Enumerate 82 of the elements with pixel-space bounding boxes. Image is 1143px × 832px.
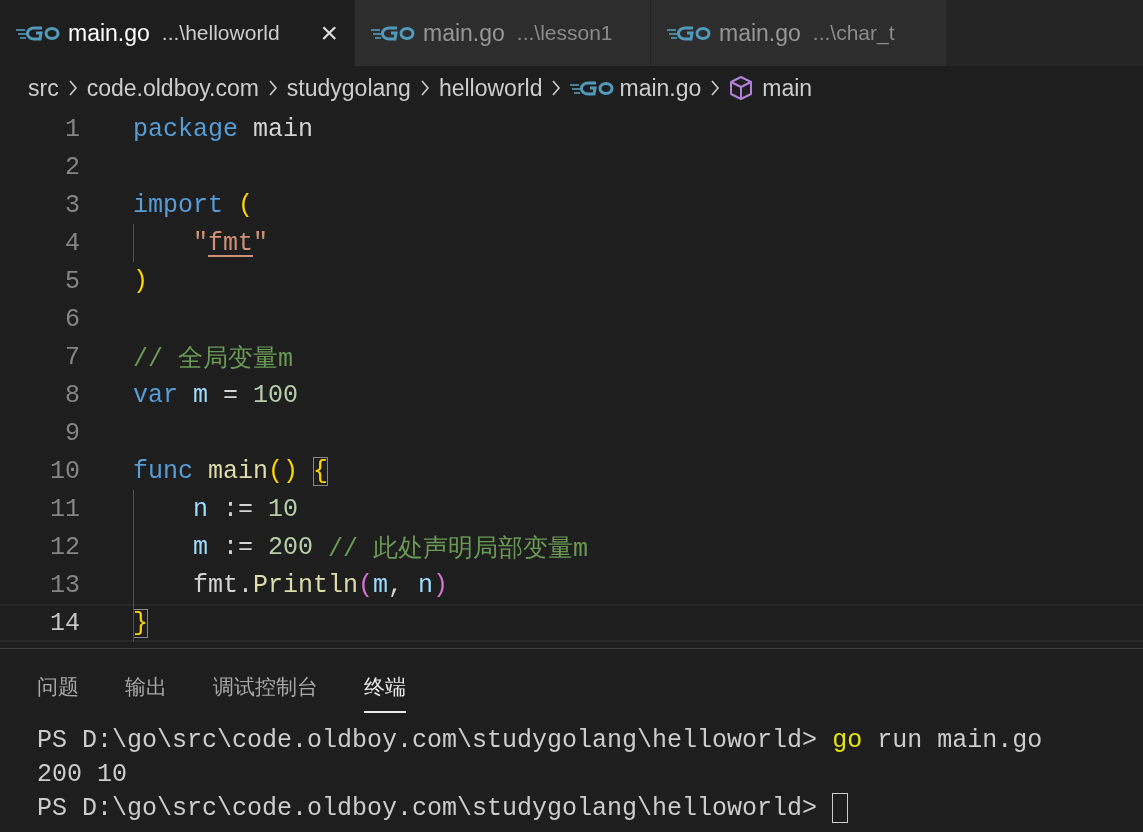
line-number: 7 [64,342,80,372]
code-bracket: ( [238,190,254,220]
chevron-icon [551,80,562,96]
code-number: 100 [253,380,299,410]
panel-tab[interactable]: 问题 [37,669,79,713]
code-string: fmt [208,228,254,258]
code-keyword: func [133,456,194,486]
editor-tab[interactable]: main.go ...\char_t [651,0,947,66]
breadcrumb-item[interactable]: main.go [619,74,702,102]
code-text: main [252,114,314,144]
chevron-icon [710,80,721,96]
code-comment: // 此处声明局部变量m [328,533,589,564]
chevron-icon [419,80,430,96]
code-variable: n [418,570,434,600]
code-string: " [193,228,208,258]
breadcrumb-item[interactable]: studygolang [286,74,411,102]
breadcrumb-item[interactable]: code.oldboy.com [86,74,259,102]
code-text: , [388,570,405,600]
tab-label: main.go [423,19,505,47]
panel-tab[interactable]: 输出 [125,669,167,713]
line-number: 8 [64,380,80,410]
code-bracket: ) [133,266,148,296]
editor-tab[interactable]: main.go ...\lesson1 [355,0,651,66]
code-comment: // 全局变量m [133,343,293,374]
code-keyword: import [133,190,224,220]
line-number: 4 [64,228,80,258]
line-number: 3 [64,190,80,220]
code-text: := [222,494,255,524]
chevron-icon [267,80,278,96]
code-variable: n [193,494,208,524]
line-number: 9 [64,418,80,448]
code-variable: m [193,532,208,562]
line-number: 13 [49,570,80,600]
code-bracket: ) [433,570,449,600]
breadcrumb-item[interactable]: helloworld [438,74,543,102]
tab-label: main.go [68,19,150,47]
code-string: " [253,228,269,258]
line-number: 11 [49,494,80,524]
code-text: fmt. [193,570,253,600]
tab-path: ...\lesson1 [516,21,613,45]
code-bracket: { [313,456,329,486]
chevron-icon [67,80,78,96]
code-function: main [208,456,269,486]
tab-label: main.go [719,19,801,47]
code-function: Println [253,570,359,600]
file-icon [16,24,60,42]
terminal-text: run main.go [876,725,1043,755]
tab-path: ...\helloworld [161,21,280,45]
line-number: 5 [64,266,80,296]
editor-tab[interactable]: main.go ...\helloworld × [0,0,355,66]
line-number: 14 [49,608,80,638]
panel-tab[interactable]: 终端 [364,669,406,713]
line-number: 10 [49,456,80,486]
breadcrumb-item[interactable]: src [28,74,59,102]
code-keyword: package [133,114,239,144]
line-number: 6 [64,304,80,334]
code-text: := [222,532,255,562]
close-icon[interactable]: × [320,18,338,48]
code-bracket: () [268,456,300,486]
code-text: = [222,380,240,410]
terminal-cursor [832,793,849,823]
code-number: 200 [268,532,315,562]
line-number: 1 [64,114,80,144]
terminal-prompt: PS D:\go\src\code.oldboy.com\studygolang\helloworld> [37,793,819,823]
terminal-text: 200 10 [37,759,127,789]
breadcrumb-item[interactable]: main [762,74,813,102]
file-icon [667,24,711,42]
line-number: 2 [64,152,80,182]
tab-path: ...\char_t [812,21,895,45]
code-bracket: } [133,608,148,638]
terminal-command: go [832,725,863,755]
file-icon [570,79,615,97]
file-icon [371,24,415,42]
code-keyword: var [133,380,179,410]
code-number: 10 [268,494,299,524]
code-bracket: ( [358,570,374,600]
terminal-prompt: PS D:\go\src\code.oldboy.com\studygolang\helloworld> [37,725,819,755]
panel-tab[interactable]: 调试控制台 [213,669,318,713]
code-variable: m [373,570,389,600]
code-variable: m [193,380,209,410]
cube-icon [729,75,754,101]
line-number: 12 [49,532,80,562]
